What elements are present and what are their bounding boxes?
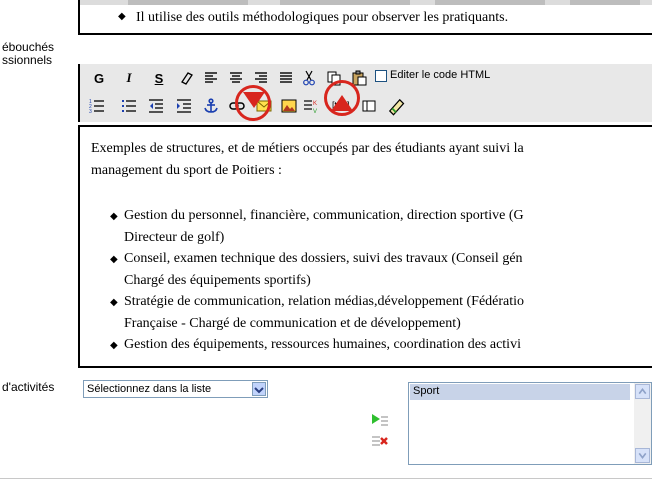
horizontal-scrollbar[interactable] <box>80 0 652 5</box>
list-item[interactable]: Sport <box>410 384 630 400</box>
svg-text:V: V <box>313 109 317 114</box>
bullet-list-icon[interactable] <box>120 97 138 115</box>
scroll-down-button[interactable] <box>635 448 650 463</box>
editor-toolbar: G I S Editer le code HTML 123 K V [tag] <box>78 64 652 122</box>
list-item-continuation: Directeur de golf) <box>124 230 225 245</box>
annotation-arrow-down <box>243 92 265 108</box>
align-left-icon[interactable] <box>202 69 220 87</box>
html-checkbox[interactable] <box>375 70 387 82</box>
indent-icon[interactable] <box>175 97 193 115</box>
cut-icon[interactable] <box>300 69 318 87</box>
eraser-icon[interactable] <box>178 69 196 87</box>
justify-icon[interactable] <box>277 69 295 87</box>
previous-field-text: Il utilise des outils méthodologiques po… <box>136 10 509 25</box>
bullet-icon: ◆ <box>110 340 118 351</box>
bullet-icon: ◆ <box>110 254 118 265</box>
editor-intro-line2: management du sport de Poitiers : <box>91 163 282 178</box>
remove-from-list-button[interactable] <box>370 432 390 450</box>
list-item: Gestion des équipements, ressources huma… <box>124 337 521 352</box>
bullet-icon: ◆ <box>118 11 126 22</box>
list-item-continuation: Française - Chargé de communication et d… <box>124 316 461 331</box>
align-center-icon[interactable] <box>227 69 245 87</box>
list-item: Conseil, examen technique des dossiers, … <box>124 251 523 266</box>
divider <box>0 478 652 479</box>
italic-button[interactable]: I <box>120 69 138 87</box>
svg-text:3: 3 <box>89 109 92 114</box>
bullet-icon: ◆ <box>110 211 118 222</box>
list-item: Stratégie de communication, relation méd… <box>124 294 525 309</box>
label-secteurs-activites: d'activités <box>2 380 55 394</box>
activity-select-value: Sélectionnez dans la liste <box>87 383 212 395</box>
label-debouches: ébouchés <box>2 40 55 54</box>
outdent-icon[interactable] <box>147 97 165 115</box>
underline-button[interactable]: S <box>150 69 168 87</box>
numbered-list-icon[interactable]: 123 <box>88 97 106 115</box>
scroll-up-button[interactable] <box>635 384 650 399</box>
selected-activities-listbox[interactable]: Sport <box>408 382 652 465</box>
chevron-down-icon[interactable] <box>252 382 266 396</box>
annotation-arrow-up <box>331 95 353 111</box>
table-icon[interactable] <box>360 97 378 115</box>
list-item-continuation: Chargé des équipements sportifs) <box>124 273 311 288</box>
insert-list-k-icon[interactable]: KV <box>302 97 320 115</box>
anchor-icon[interactable] <box>202 97 220 115</box>
svg-text:K: K <box>313 101 317 107</box>
vertical-scrollbar[interactable] <box>634 383 651 464</box>
label-professionnels: ssionnels <box>2 53 53 67</box>
activity-select[interactable]: Sélectionnez dans la liste <box>83 380 268 398</box>
bullet-icon: ◆ <box>110 297 118 308</box>
add-to-list-button[interactable] <box>370 412 390 430</box>
spell-check-icon[interactable] <box>385 95 407 117</box>
editor-intro-line1: Exemples de structures, et de métiers oc… <box>91 141 524 156</box>
list-item: Gestion du personnel, financière, commun… <box>124 208 524 223</box>
rich-text-editor[interactable]: Exemples de structures, et de métiers oc… <box>78 125 652 368</box>
bold-button[interactable]: G <box>90 69 108 87</box>
image-icon[interactable] <box>280 97 298 115</box>
html-checkbox-label: Editer le code HTML <box>390 69 491 81</box>
